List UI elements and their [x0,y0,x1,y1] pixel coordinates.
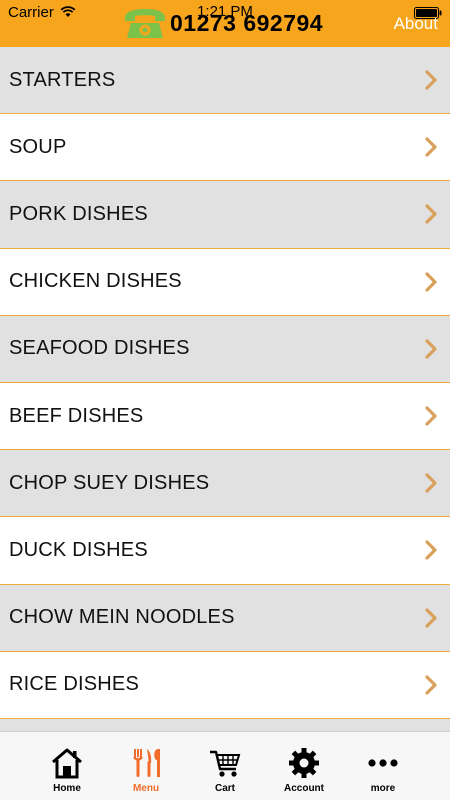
menu-category-list: STARTERS SOUP PORK DISHES CHICKEN DISHES… [0,47,450,719]
menu-row-chop-suey-dishes[interactable]: CHOP SUEY DISHES [0,450,450,518]
menu-row-label: BEEF DISHES [9,404,144,427]
chevron-right-icon [424,539,438,566]
menu-row-starters[interactable]: STARTERS [0,47,450,115]
chevron-right-icon [424,136,438,163]
tab-more[interactable]: more [338,732,428,800]
menu-row-partial[interactable] [0,719,450,731]
menu-row-chow-mein-noodles[interactable]: CHOW MEIN NOODLES [0,584,450,652]
menu-row-pork-dishes[interactable]: PORK DISHES [0,181,450,249]
menu-row-label: RICE DISHES [9,673,140,696]
tab-home[interactable]: Home [22,732,112,800]
chevron-right-icon [424,405,438,432]
phone-icon[interactable] [121,7,169,45]
chevron-right-icon [424,338,438,365]
tab-menu[interactable]: Menu [101,732,191,800]
tab-cart[interactable]: Cart [180,732,270,800]
cart-icon [180,747,270,779]
tab-label: Home [53,783,81,794]
tab-label: Menu [132,783,160,794]
menu-row-label: DUCK DISHES [9,538,148,561]
tab-label: more [370,783,396,794]
about-button[interactable]: About [394,14,438,34]
fork-knife-icon [101,747,191,779]
chevron-right-icon [424,472,438,499]
bottom-tab-bar: Home Menu Cart Account more [0,731,450,800]
menu-row-beef-dishes[interactable]: BEEF DISHES [0,382,450,451]
menu-row-label: PORK DISHES [9,202,148,225]
menu-row-label: SEAFOOD DISHES [9,337,190,360]
more-icon [338,747,428,779]
app-header: Carrier 1:21 PM 01273 692794 About [0,0,450,47]
menu-row-soup[interactable]: SOUP [0,114,450,182]
phone-number[interactable]: 01273 692794 [170,10,323,37]
menu-row-chicken-dishes[interactable]: CHICKEN DISHES [0,248,450,316]
gear-icon [259,747,349,779]
menu-row-label: CHICKEN DISHES [9,270,182,293]
chevron-right-icon [424,271,438,298]
menu-row-seafood-dishes[interactable]: SEAFOOD DISHES [0,315,450,383]
menu-row-label: SOUP [9,135,67,158]
chevron-right-icon [424,607,438,634]
chevron-right-icon [424,674,438,701]
tab-account[interactable]: Account [259,732,349,800]
tab-label: Cart [214,783,235,794]
home-icon [22,747,112,779]
menu-row-rice-dishes[interactable]: RICE DISHES [0,651,450,719]
chevron-right-icon [424,203,438,230]
menu-row-label: CHOW MEIN NOODLES [9,606,235,629]
tab-label: Account [284,783,324,794]
menu-row-duck-dishes[interactable]: DUCK DISHES [0,517,450,585]
menu-row-label: STARTERS [9,68,116,91]
menu-row-label: CHOP SUEY DISHES [9,471,210,494]
chevron-right-icon [424,69,438,96]
